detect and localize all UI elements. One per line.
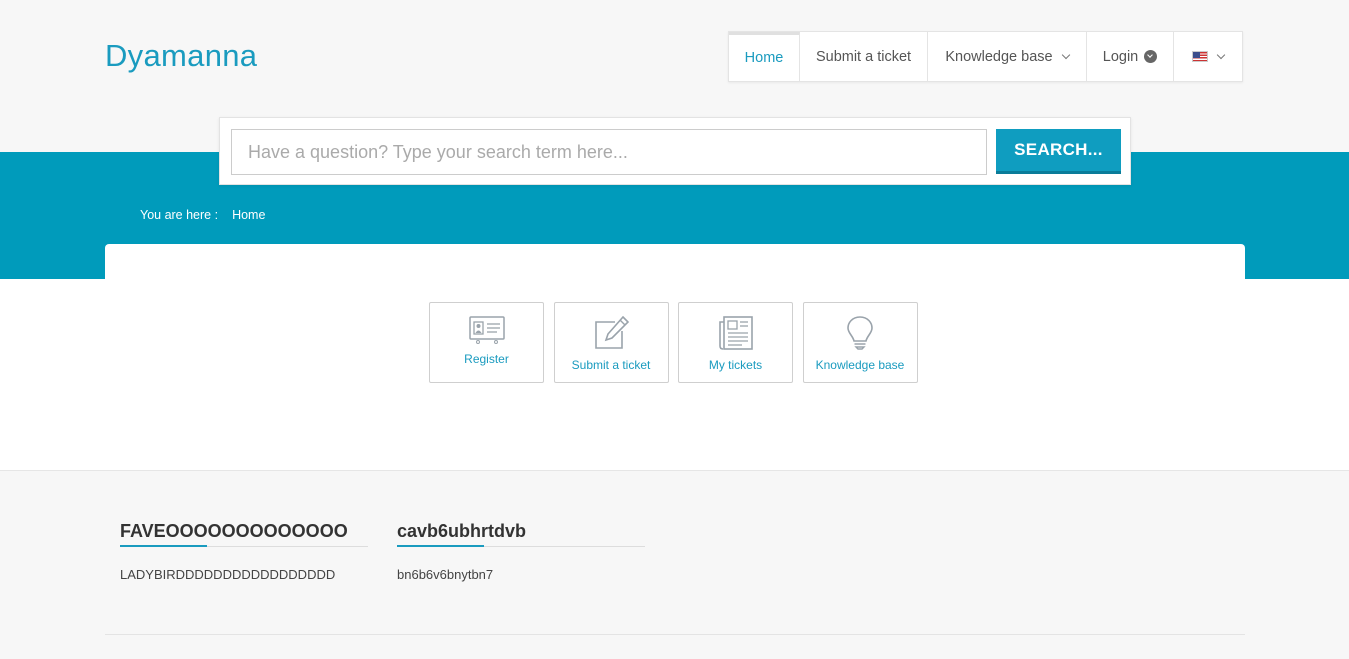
nav-login-label: Login — [1102, 48, 1139, 65]
info-section: cavb6ubhrtdvb bn6b6v6bnytbn7 — [397, 521, 645, 582]
site-logo[interactable]: Dyamanna — [105, 38, 257, 74]
tile-knowledge-base[interactable]: Knowledge base — [802, 302, 918, 383]
language-selector[interactable] — [1174, 32, 1242, 81]
tile-my-tickets[interactable]: My tickets — [678, 302, 793, 383]
chevron-down-icon — [1061, 50, 1070, 59]
tile-submit-ticket[interactable]: Submit a ticket — [553, 302, 669, 383]
nav-submit-ticket-label: Submit a ticket — [815, 48, 912, 65]
breadcrumb-home[interactable]: Home — [232, 208, 265, 222]
nav-home-label: Home — [744, 50, 784, 66]
breadcrumb-prefix: You are here : — [140, 208, 219, 222]
nav-knowledge-base[interactable]: Knowledge base — [928, 32, 1087, 81]
content-card-top — [105, 244, 1245, 284]
info-section: FAVEOOOOOOOOOOOOO LADYBIRDDDDDDDDDDDDDDD… — [120, 521, 368, 582]
section-title: FAVEOOOOOOOOOOOOO — [120, 521, 368, 547]
section-title: cavb6ubhrtdvb — [397, 521, 645, 547]
nav-knowledge-base-label: Knowledge base — [945, 48, 1053, 65]
search-input[interactable] — [231, 129, 987, 175]
quick-links: Register Submit a ticket My tickets Know… — [429, 302, 927, 383]
nav-home[interactable]: Home — [729, 32, 800, 81]
chevron-down-icon — [1216, 50, 1226, 59]
us-flag-icon — [1192, 51, 1208, 62]
tile-submit-ticket-label: Submit a ticket — [571, 358, 651, 372]
section-text: LADYBIRDDDDDDDDDDDDDDDDD — [120, 567, 336, 582]
divider — [105, 634, 1245, 635]
nav-submit-ticket[interactable]: Submit a ticket — [800, 32, 928, 81]
tile-register[interactable]: Register — [429, 302, 544, 383]
newspaper-icon — [718, 316, 753, 350]
nav-login[interactable]: Login — [1087, 32, 1174, 81]
search-button[interactable]: SEARCH... — [996, 129, 1121, 174]
search-box: SEARCH... — [219, 117, 1131, 185]
tile-my-tickets-label: My tickets — [708, 358, 763, 372]
breadcrumb: You are here : Home — [140, 208, 265, 222]
tile-knowledge-base-label: Knowledge base — [815, 358, 905, 372]
main-nav: Home Submit a ticket Knowledge base Logi… — [728, 31, 1243, 82]
id-card-icon — [468, 316, 505, 344]
lightbulb-icon — [847, 316, 873, 350]
edit-icon — [595, 316, 629, 349]
tile-register-label: Register — [464, 352, 509, 366]
section-text: bn6b6v6bnytbn7 — [397, 567, 494, 582]
chevron-circle-down-icon — [1144, 50, 1158, 63]
